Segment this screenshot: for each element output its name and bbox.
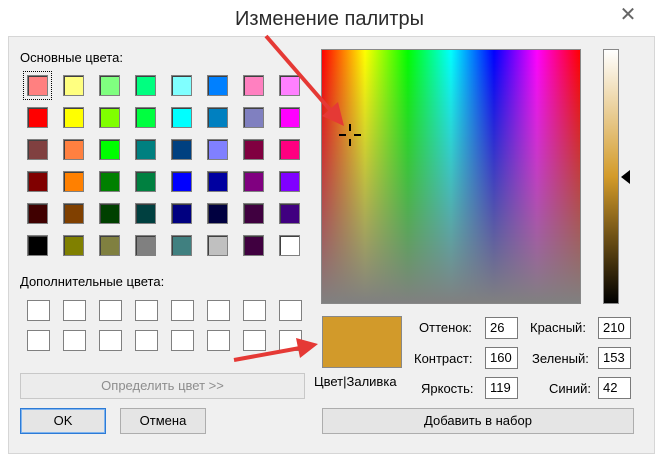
basic-color-swatch[interactable] bbox=[135, 107, 156, 128]
custom-color-slot[interactable] bbox=[27, 300, 50, 321]
saturation-label: Контраст: bbox=[414, 351, 473, 366]
basic-color-swatch[interactable] bbox=[27, 107, 48, 128]
basic-color-swatch[interactable] bbox=[27, 171, 48, 192]
basic-color-swatch[interactable] bbox=[99, 235, 120, 256]
basic-color-swatch[interactable] bbox=[135, 139, 156, 160]
basic-color-swatch[interactable] bbox=[99, 107, 120, 128]
saturation-field[interactable]: 160 bbox=[485, 347, 518, 369]
custom-colors-label: Дополнительные цвета: bbox=[20, 274, 165, 289]
preview-label: Цвет|Заливка bbox=[314, 374, 397, 389]
basic-color-swatch[interactable] bbox=[27, 235, 48, 256]
basic-color-swatch[interactable] bbox=[207, 139, 228, 160]
luminosity-slider[interactable] bbox=[603, 49, 619, 304]
basic-color-swatch[interactable] bbox=[171, 203, 192, 224]
basic-color-swatch[interactable] bbox=[207, 75, 228, 96]
basic-colors-label: Основные цвета: bbox=[20, 50, 123, 65]
custom-color-slot[interactable] bbox=[99, 330, 122, 351]
custom-color-slot[interactable] bbox=[27, 330, 50, 351]
define-custom-colors-button[interactable]: Определить цвет >> bbox=[20, 373, 305, 399]
annotation-arrow-icon bbox=[264, 34, 344, 126]
custom-color-slot[interactable] bbox=[207, 330, 230, 351]
blue-label: Синий: bbox=[549, 381, 591, 396]
custom-color-slot[interactable] bbox=[171, 300, 194, 321]
basic-color-swatch[interactable] bbox=[99, 171, 120, 192]
green-field[interactable]: 153 bbox=[598, 347, 631, 369]
annotation-arrow-icon bbox=[233, 338, 318, 362]
basic-color-swatch[interactable] bbox=[243, 203, 264, 224]
hue-label: Оттенок: bbox=[419, 320, 472, 335]
basic-color-swatch[interactable] bbox=[63, 203, 84, 224]
basic-color-swatch[interactable] bbox=[99, 75, 120, 96]
basic-color-swatch[interactable] bbox=[243, 171, 264, 192]
basic-color-swatch[interactable] bbox=[63, 75, 84, 96]
basic-color-swatch[interactable] bbox=[63, 235, 84, 256]
ok-button[interactable]: OK bbox=[20, 408, 106, 434]
basic-color-swatch[interactable] bbox=[279, 203, 300, 224]
custom-color-slot[interactable] bbox=[243, 300, 266, 321]
custom-color-slot[interactable] bbox=[135, 330, 158, 351]
basic-color-swatch[interactable] bbox=[23, 71, 52, 100]
basic-color-swatch[interactable] bbox=[63, 107, 84, 128]
basic-color-swatch[interactable] bbox=[135, 171, 156, 192]
basic-color-swatch[interactable] bbox=[279, 171, 300, 192]
basic-color-swatch[interactable] bbox=[27, 203, 48, 224]
cancel-button[interactable]: Отмена bbox=[120, 408, 206, 434]
custom-color-slot[interactable] bbox=[63, 300, 86, 321]
red-field[interactable]: 210 bbox=[598, 317, 631, 339]
basic-color-swatch[interactable] bbox=[243, 139, 264, 160]
basic-color-swatch[interactable] bbox=[63, 139, 84, 160]
add-to-custom-colors-button[interactable]: Добавить в набор bbox=[322, 408, 634, 434]
custom-color-slot[interactable] bbox=[63, 330, 86, 351]
basic-color-swatch[interactable] bbox=[99, 139, 120, 160]
basic-color-swatch[interactable] bbox=[171, 75, 192, 96]
hue-field[interactable]: 26 bbox=[485, 317, 518, 339]
basic-color-swatch[interactable] bbox=[171, 171, 192, 192]
basic-color-swatch[interactable] bbox=[243, 235, 264, 256]
basic-color-swatch[interactable] bbox=[171, 107, 192, 128]
blue-field[interactable]: 42 bbox=[598, 377, 631, 399]
basic-color-swatch[interactable] bbox=[63, 171, 84, 192]
color-preview bbox=[322, 316, 402, 368]
red-label: Красный: bbox=[530, 320, 586, 335]
basic-color-swatch[interactable] bbox=[135, 203, 156, 224]
basic-color-swatch[interactable] bbox=[207, 203, 228, 224]
basic-color-swatch[interactable] bbox=[207, 235, 228, 256]
basic-color-swatch[interactable] bbox=[171, 139, 192, 160]
green-label: Зеленый: bbox=[532, 351, 589, 366]
basic-color-swatch[interactable] bbox=[279, 235, 300, 256]
luminosity-arrow-icon[interactable] bbox=[621, 170, 630, 184]
basic-color-swatch[interactable] bbox=[135, 235, 156, 256]
luminosity-field[interactable]: 119 bbox=[485, 377, 518, 399]
basic-color-swatch[interactable] bbox=[135, 75, 156, 96]
custom-color-slot[interactable] bbox=[171, 330, 194, 351]
basic-color-swatch[interactable] bbox=[279, 139, 300, 160]
basic-color-swatch[interactable] bbox=[99, 203, 120, 224]
custom-color-slot[interactable] bbox=[279, 300, 302, 321]
custom-color-slot[interactable] bbox=[99, 300, 122, 321]
basic-color-swatch[interactable] bbox=[27, 139, 48, 160]
basic-color-swatch[interactable] bbox=[171, 235, 192, 256]
close-button[interactable]: ✕ bbox=[615, 4, 641, 28]
basic-color-swatch[interactable] bbox=[207, 171, 228, 192]
basic-color-swatch[interactable] bbox=[207, 107, 228, 128]
color-spectrum[interactable] bbox=[321, 49, 581, 304]
luminosity-label: Яркость: bbox=[421, 381, 474, 396]
custom-color-slot[interactable] bbox=[207, 300, 230, 321]
custom-color-slot[interactable] bbox=[135, 300, 158, 321]
